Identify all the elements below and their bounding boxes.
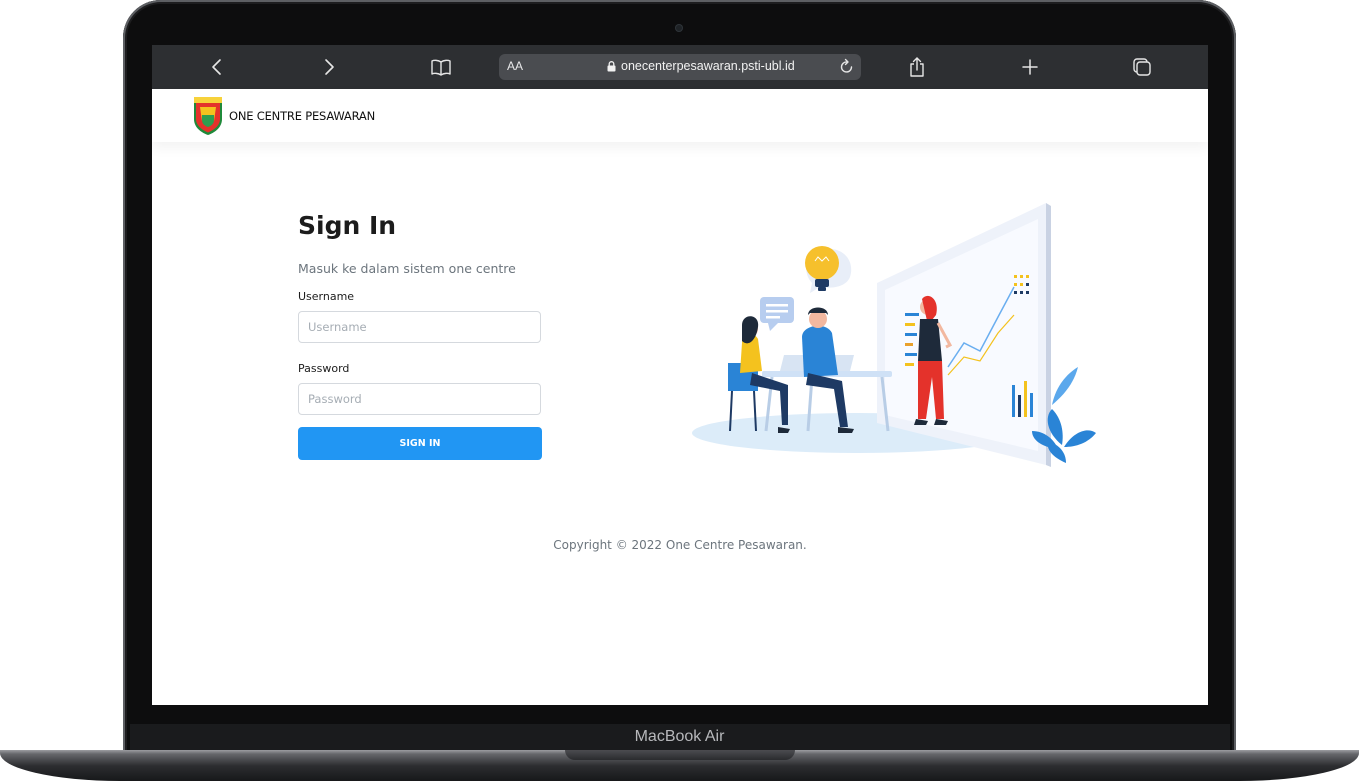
username-input[interactable] bbox=[298, 311, 541, 343]
reload-icon[interactable] bbox=[839, 58, 855, 80]
password-input[interactable] bbox=[298, 383, 541, 415]
camera-icon bbox=[675, 24, 683, 32]
brand-name: ONE CENTRE PESAWARAN bbox=[229, 109, 375, 123]
plus-icon[interactable] bbox=[1016, 53, 1044, 81]
pesawaran-logo[interactable] bbox=[192, 95, 224, 136]
url-display[interactable]: onecenterpesawaran.psti-ubl.id bbox=[607, 59, 795, 73]
text-size-button[interactable]: AA bbox=[507, 59, 523, 73]
signin-button[interactable]: SIGN IN bbox=[298, 427, 542, 460]
chevron-right-icon[interactable] bbox=[315, 53, 343, 81]
app-header: ONE CENTRE PESAWARAN bbox=[152, 89, 1208, 142]
team-presentation-illustration bbox=[692, 203, 1096, 467]
chevron-left-icon[interactable] bbox=[203, 53, 231, 81]
browser-screen: AA onecenterpesawaran.psti-ubl.id ONE CE… bbox=[152, 45, 1208, 705]
address-bar[interactable]: AA onecenterpesawaran.psti-ubl.id bbox=[499, 54, 861, 80]
username-label: Username bbox=[298, 290, 355, 303]
url-text: onecenterpesawaran.psti-ubl.id bbox=[621, 59, 795, 73]
share-icon[interactable] bbox=[903, 53, 931, 81]
book-icon[interactable] bbox=[427, 53, 455, 81]
tabs-icon[interactable] bbox=[1128, 53, 1156, 81]
lightbulb-icon bbox=[805, 246, 852, 293]
signin-subtitle: Masuk ke dalam sistem one centre bbox=[298, 261, 516, 276]
password-label: Password bbox=[298, 362, 350, 375]
speech-bubble bbox=[760, 297, 794, 331]
browser-toolbar: AA onecenterpesawaran.psti-ubl.id bbox=[152, 45, 1208, 89]
signin-title: Sign In bbox=[298, 211, 397, 240]
laptop-notch bbox=[565, 750, 795, 760]
dashboard-board bbox=[877, 203, 1051, 467]
model-label: MacBook Air bbox=[634, 728, 725, 745]
lock-icon bbox=[607, 60, 616, 71]
copyright-text: Copyright © 2022 One Centre Pesawaran. bbox=[553, 538, 807, 552]
